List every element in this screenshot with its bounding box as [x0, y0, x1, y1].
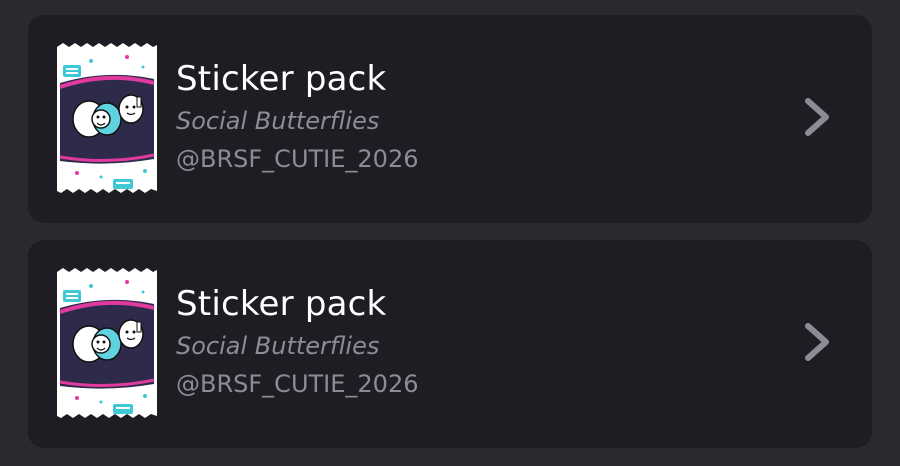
pack-subtitle: Social Butterflies	[176, 107, 380, 135]
chevron-right-icon[interactable]	[798, 95, 838, 139]
sticker-pack-thumbnail	[57, 43, 157, 193]
pack-subtitle: Social Butterflies	[176, 332, 380, 360]
pack-author-handle: @BRSF_CUTIE_2026	[176, 370, 419, 398]
sticker-pack-card[interactable]: Sticker pack Social Butterflies @BRSF_CU…	[28, 240, 872, 448]
pack-title: Sticker pack	[176, 59, 387, 99]
chevron-right-icon[interactable]	[798, 320, 838, 364]
pack-title: Sticker pack	[176, 284, 387, 324]
sticker-pack-card[interactable]: Sticker pack Social Butterflies @BRSF_CU…	[28, 15, 872, 223]
sticker-pack-list: Sticker pack Social Butterflies @BRSF_CU…	[0, 0, 900, 466]
sticker-pack-thumbnail	[57, 268, 157, 418]
pack-author-handle: @BRSF_CUTIE_2026	[176, 145, 419, 173]
